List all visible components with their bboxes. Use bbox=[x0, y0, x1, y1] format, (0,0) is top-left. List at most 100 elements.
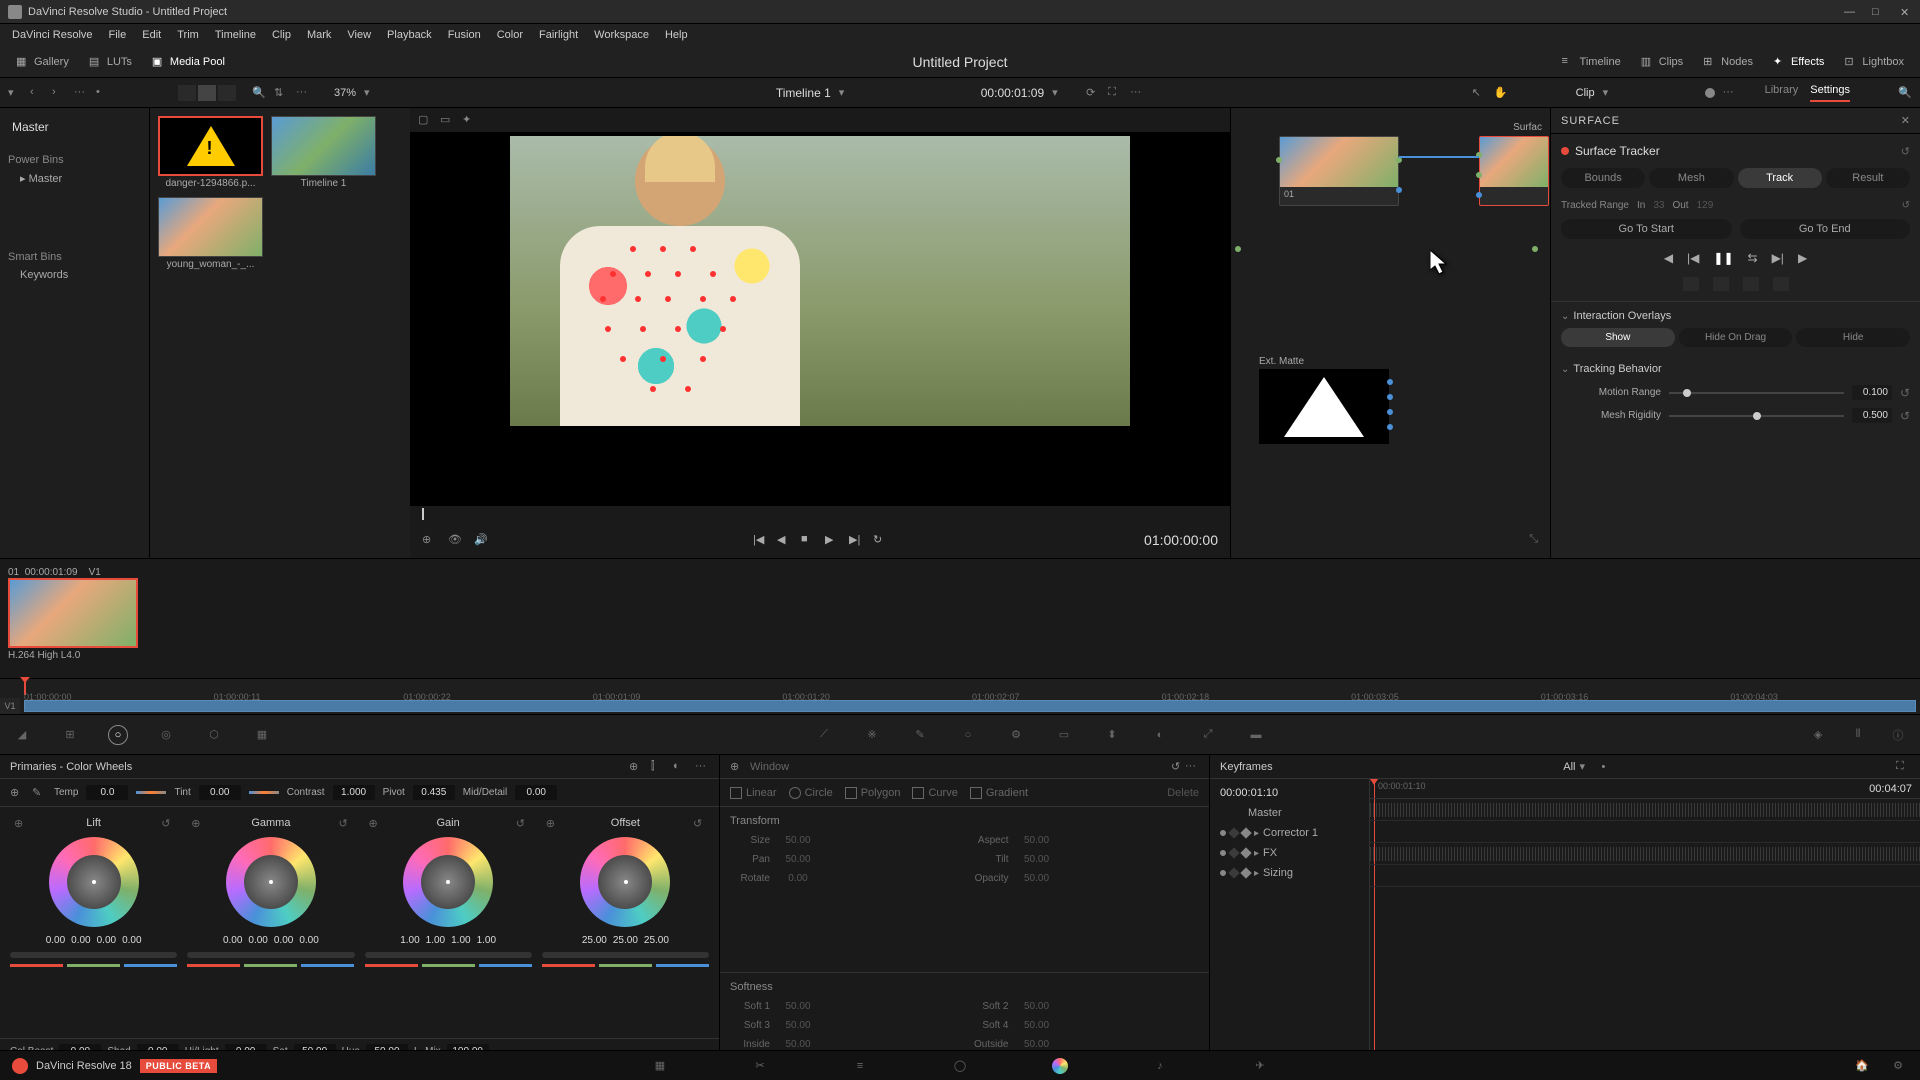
scope-tool-icon[interactable]: ◈ bbox=[1808, 725, 1828, 745]
size-value[interactable]: 50.00 bbox=[774, 833, 822, 848]
timeline-button[interactable]: ≡ Timeline bbox=[1554, 51, 1629, 73]
tracker-reset-icon[interactable]: ↺ bbox=[1901, 145, 1910, 158]
info-icon[interactable]: ⓘ bbox=[1888, 725, 1908, 745]
menu-help[interactable]: Help bbox=[657, 29, 696, 41]
matte-out3[interactable] bbox=[1387, 409, 1393, 415]
viewer-timecode[interactable]: 00:00:01:09 bbox=[981, 86, 1044, 100]
primaries-more-icon[interactable]: ··· bbox=[695, 760, 709, 774]
shape-polygon[interactable]: Polygon bbox=[845, 787, 901, 799]
blur-tool-icon[interactable]: ▦ bbox=[252, 725, 272, 745]
track-step-back-icon[interactable]: |◀ bbox=[1687, 251, 1699, 265]
curves-icon[interactable]: ⟋ bbox=[814, 725, 834, 745]
tint-value[interactable]: 0.00 bbox=[199, 785, 241, 800]
page-media-icon[interactable]: ▦ bbox=[650, 1056, 670, 1076]
sort-icon[interactable]: ⇅ bbox=[274, 86, 288, 100]
stop-icon[interactable]: ■ bbox=[801, 533, 815, 547]
search-right-icon[interactable]: 🔍 bbox=[1898, 86, 1912, 100]
tab-mesh[interactable]: Mesh bbox=[1649, 168, 1733, 188]
gear-tool-icon[interactable]: ⚙ bbox=[1006, 725, 1026, 745]
mesh-rigidity-slider[interactable] bbox=[1669, 415, 1844, 417]
menu-color[interactable]: Color bbox=[489, 29, 531, 41]
motion-range-value[interactable]: 0.100 bbox=[1852, 385, 1892, 400]
lift-reset-icon[interactable]: ⊕ bbox=[14, 817, 26, 829]
menu-fusion[interactable]: Fusion bbox=[440, 29, 489, 41]
track-opt3-icon[interactable] bbox=[1743, 277, 1759, 291]
menu-file[interactable]: File bbox=[101, 29, 135, 41]
view-large-icon[interactable] bbox=[178, 85, 196, 101]
kf-dot-icon[interactable]: • bbox=[1601, 761, 1605, 773]
view-grid-icon[interactable] bbox=[198, 85, 216, 101]
matte-out2[interactable] bbox=[1387, 394, 1393, 400]
kf-master[interactable]: Master bbox=[1210, 803, 1369, 823]
track-opt4-icon[interactable] bbox=[1773, 277, 1789, 291]
tab-result[interactable]: Result bbox=[1826, 168, 1910, 188]
tracking-mesh-overlay[interactable] bbox=[590, 246, 770, 406]
primaries-bars-icon[interactable]: ⫿ bbox=[651, 760, 665, 774]
offset-wheel[interactable] bbox=[580, 837, 670, 927]
track-pause-icon[interactable]: ❚❚ bbox=[1713, 251, 1733, 265]
primaries-target-icon[interactable]: ⊕ bbox=[629, 760, 643, 774]
aspect-value[interactable]: 50.00 bbox=[1013, 833, 1061, 848]
overlay-hide-drag-button[interactable]: Hide On Drag bbox=[1679, 328, 1793, 347]
soft3-value[interactable]: 50.00 bbox=[774, 1018, 822, 1033]
power-bins-master[interactable]: ▸ Master bbox=[8, 170, 141, 187]
gamma-master-bar[interactable] bbox=[187, 952, 354, 958]
prev-clip-icon[interactable]: |◀ bbox=[753, 533, 767, 547]
play-icon[interactable]: ▶ bbox=[825, 533, 839, 547]
tc-dropdown-icon[interactable]: ▾ bbox=[1052, 86, 1066, 100]
node-surface[interactable] bbox=[1479, 136, 1549, 206]
project-settings-icon[interactable]: ⚙ bbox=[1888, 1056, 1908, 1076]
openfx-overlay-icon[interactable]: ⊕ bbox=[422, 533, 436, 547]
power-bins-header[interactable]: Power Bins bbox=[8, 150, 141, 170]
audio-icon[interactable]: 🔊 bbox=[474, 533, 488, 547]
page-edit-icon[interactable]: ≡ bbox=[850, 1056, 870, 1076]
track-opt2-icon[interactable] bbox=[1713, 277, 1729, 291]
window-reset-icon[interactable]: ↺ bbox=[1171, 760, 1185, 774]
rotate-value[interactable]: 0.00 bbox=[774, 871, 822, 886]
primaries-log-icon[interactable]: ◐ bbox=[673, 760, 687, 774]
thumb-young-woman[interactable]: young_woman_-_... bbox=[158, 197, 263, 270]
menu-more-icon[interactable]: ··· bbox=[296, 86, 310, 100]
3d-tool-icon[interactable]: ◐ bbox=[1150, 725, 1170, 745]
overlay-hide-button[interactable]: Hide bbox=[1796, 328, 1910, 347]
layout-dropdown-icon[interactable]: ▾ bbox=[8, 86, 22, 100]
page-deliver-icon[interactable]: ✈ bbox=[1250, 1056, 1270, 1076]
mid-value[interactable]: 0.00 bbox=[515, 785, 557, 800]
step-back-icon[interactable]: ◀ bbox=[777, 533, 791, 547]
dot-icon[interactable]: • bbox=[96, 86, 110, 100]
zoom-dropdown-icon[interactable]: ▾ bbox=[364, 86, 378, 100]
page-cut-icon[interactable]: ✂ bbox=[750, 1056, 770, 1076]
picker-icon[interactable]: ✎ bbox=[32, 786, 46, 800]
menu-davinci[interactable]: DaVinci Resolve bbox=[4, 29, 101, 41]
goto-start-button[interactable]: Go To Start bbox=[1561, 219, 1732, 239]
kf-tracks[interactable]: 00:00:01:10 00:04:07 bbox=[1370, 779, 1920, 1064]
thumb-danger[interactable]: danger-1294866.p... bbox=[158, 116, 263, 189]
matte-out4[interactable] bbox=[1387, 424, 1393, 430]
goto-end-button[interactable]: Go To End bbox=[1740, 219, 1911, 239]
qualifier-tool-icon[interactable]: ⊞ bbox=[60, 725, 80, 745]
tracker-tool-icon[interactable]: ◎ bbox=[156, 725, 176, 745]
node-input-conn[interactable] bbox=[1235, 246, 1241, 252]
mesh-rigidity-value[interactable]: 0.500 bbox=[1852, 408, 1892, 423]
menu-trim[interactable]: Trim bbox=[169, 29, 207, 41]
close-button[interactable]: ✕ bbox=[1900, 6, 1912, 18]
window-dropper-icon[interactable]: ⊕ bbox=[730, 760, 744, 774]
node-editor[interactable]: Surfac 01 ⤡ Ext. Matte bbox=[1230, 108, 1550, 558]
overlay-show-button[interactable]: Show bbox=[1561, 328, 1675, 347]
matte-out1[interactable] bbox=[1387, 379, 1393, 385]
home-icon[interactable]: 🏠 bbox=[1852, 1056, 1872, 1076]
track-opt1-icon[interactable] bbox=[1683, 277, 1699, 291]
soft1-value[interactable]: 50.00 bbox=[774, 999, 822, 1014]
clip-strip[interactable] bbox=[24, 700, 1916, 712]
stabilize-tool-icon[interactable]: ⬡ bbox=[204, 725, 224, 745]
shape-circle[interactable]: Circle bbox=[789, 787, 833, 799]
maximize-button[interactable]: □ bbox=[1872, 6, 1884, 18]
bypass-icon[interactable]: ⟳ bbox=[1086, 86, 1100, 100]
offset-master-bar[interactable] bbox=[542, 952, 709, 958]
pan-value[interactable]: 50.00 bbox=[774, 852, 822, 867]
viewer-wand-icon[interactable]: ✦ bbox=[462, 113, 476, 127]
kf-fx[interactable]: ▸FX bbox=[1210, 843, 1369, 863]
timeline-name[interactable]: Timeline 1 bbox=[776, 86, 831, 100]
shape-linear[interactable]: Linear bbox=[730, 787, 777, 799]
hand-icon[interactable]: ✋ bbox=[1494, 86, 1508, 100]
